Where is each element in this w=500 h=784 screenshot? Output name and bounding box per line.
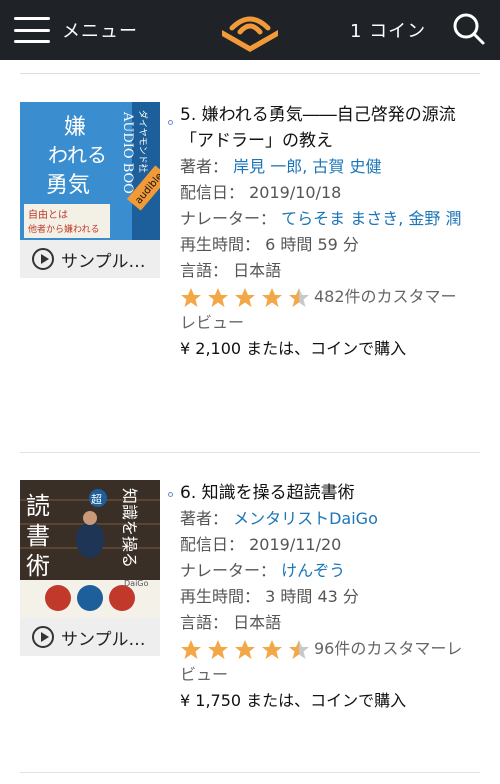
- svg-text:自由とは: 自由とは: [28, 208, 68, 221]
- price-text: ¥ 1,750 または、コインで購入: [180, 691, 407, 710]
- author-label: 著者：: [180, 509, 229, 528]
- play-icon: [32, 626, 54, 648]
- language-label: 言語：: [180, 613, 229, 632]
- language-label: 言語：: [180, 261, 229, 280]
- length-label: 再生時間：: [180, 235, 261, 254]
- narrator-row: ナレーター： てらそま まさき, 金野 潤: [180, 206, 470, 232]
- svg-text:超: 超: [91, 492, 102, 506]
- release-date: 2019/11/20: [249, 535, 342, 554]
- price-text: ¥ 2,100 または、コインで購入: [180, 339, 407, 358]
- coin-balance[interactable]: 1 コイン: [350, 17, 426, 43]
- svg-text:嫌: 嫌: [64, 115, 86, 140]
- star-rating-icon[interactable]: [180, 287, 312, 309]
- language-row: 言語： 日本語: [180, 258, 470, 284]
- svg-text:知識を操る: 知識を操る: [120, 488, 139, 568]
- author-label: 著者：: [180, 157, 229, 176]
- release-label: 配信日：: [180, 535, 245, 554]
- divider: [20, 73, 480, 74]
- svg-text:DaiGo: DaiGo: [124, 579, 148, 588]
- author-row: 著者： 岸見 一郎, 古賀 史健: [180, 154, 470, 180]
- author-link[interactable]: メンタリストDaiGo: [233, 509, 378, 528]
- svg-text:書: 書: [26, 522, 50, 550]
- svg-text:読: 読: [26, 492, 50, 520]
- svg-text:ダイヤモンド社: ダイヤモンド社: [137, 110, 149, 173]
- language-row: 言語： 日本語: [180, 610, 470, 636]
- menu-button[interactable]: メニュー: [14, 10, 138, 50]
- book-cover[interactable]: 嫌 われる 勇気 ダイヤモンド社 AUDIO BOO 自由とは 他者から嫌われる…: [20, 102, 160, 240]
- star-rating-icon[interactable]: [180, 639, 312, 661]
- release-date: 2019/10/18: [249, 183, 342, 202]
- rating-row: 482件のカスタマーレビュー: [180, 284, 470, 336]
- svg-text:われる: われる: [48, 143, 107, 167]
- narrator-link[interactable]: てらそま まさき, 金野 潤: [281, 209, 461, 228]
- length-value: 3 時間 43 分: [265, 587, 359, 606]
- author-row: 著者： メンタリストDaiGo: [180, 506, 470, 532]
- divider: [20, 772, 480, 773]
- divider: [20, 452, 480, 453]
- sample-button[interactable]: サンプル…: [20, 618, 160, 656]
- length-label: 再生時間：: [180, 587, 261, 606]
- svg-text:他者から嫌われる: 他者から嫌われる: [28, 223, 100, 235]
- rating-row: 96件のカスタマーレビュー: [180, 636, 470, 688]
- length-row: 再生時間： 3 時間 43 分: [180, 584, 470, 610]
- release-row: 配信日： 2019/11/20: [180, 532, 470, 558]
- narrator-label: ナレーター：: [180, 209, 277, 228]
- svg-text:術: 術: [26, 552, 50, 580]
- length-value: 6 時間 59 分: [265, 235, 359, 254]
- narrator-label: ナレーター：: [180, 561, 277, 580]
- audible-logo-icon[interactable]: [218, 8, 282, 52]
- sample-label: サンプル…: [61, 251, 146, 272]
- release-label: 配信日：: [180, 183, 245, 202]
- sample-button[interactable]: サンプル…: [20, 240, 160, 278]
- hamburger-icon: [14, 17, 50, 43]
- book-title[interactable]: 6. 知識を操る超読書術: [180, 480, 470, 506]
- dot-icon: [168, 492, 173, 497]
- release-row: 配信日： 2019/10/18: [180, 180, 470, 206]
- sample-label: サンプル…: [61, 629, 146, 650]
- play-icon: [32, 248, 54, 270]
- author-link[interactable]: 岸見 一郎, 古賀 史健: [233, 157, 381, 176]
- svg-text:AUDIO BOO: AUDIO BOO: [120, 111, 135, 194]
- narrator-link[interactable]: けんぞう: [281, 561, 345, 580]
- language-value: 日本語: [233, 261, 282, 280]
- language-value: 日本語: [233, 613, 282, 632]
- dot-icon: [168, 120, 173, 125]
- search-icon[interactable]: [452, 12, 486, 46]
- length-row: 再生時間： 6 時間 59 分: [180, 232, 470, 258]
- menu-label: メニュー: [62, 21, 138, 42]
- svg-text:勇気: 勇気: [46, 173, 90, 198]
- book-title[interactable]: 5. 嫌われる勇気――自己啓発の源流「アドラー」の教え: [180, 102, 470, 154]
- top-bar: メニュー 1 コイン: [0, 0, 500, 60]
- book-cover[interactable]: 読 書 術 超 知識を操る DaiGo: [20, 480, 160, 618]
- narrator-row: ナレーター： けんぞう: [180, 558, 470, 584]
